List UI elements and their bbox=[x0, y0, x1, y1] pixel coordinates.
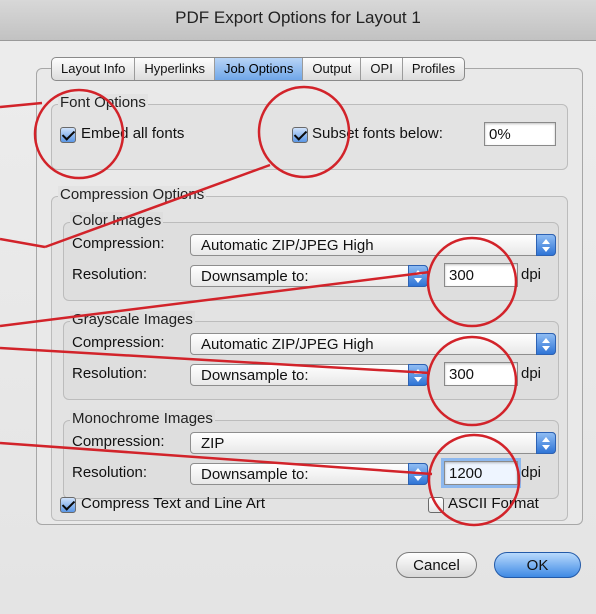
grayscale-dpi-input[interactable]: 300 bbox=[444, 362, 518, 386]
grayscale-images-title: Grayscale Images bbox=[70, 311, 195, 328]
title-bar[interactable]: PDF Export Options for Layout 1 bbox=[0, 0, 596, 41]
color-resolution-value: Downsample to: bbox=[201, 268, 309, 285]
tab-opi[interactable]: OPI bbox=[361, 58, 403, 80]
tab-job-options[interactable]: Job Options bbox=[215, 58, 304, 80]
mono-compression-label: Compression: bbox=[72, 433, 165, 450]
color-compression-value: Automatic ZIP/JPEG High bbox=[201, 237, 374, 254]
compress-text-label: Compress Text and Line Art bbox=[81, 495, 265, 512]
mono-resolution-select[interactable]: Downsample to: bbox=[190, 463, 428, 485]
color-compression-select[interactable]: Automatic ZIP/JPEG High bbox=[190, 234, 556, 256]
color-images-title: Color Images bbox=[70, 212, 164, 229]
subset-threshold-input[interactable]: 0% bbox=[484, 122, 556, 146]
grayscale-compression-value: Automatic ZIP/JPEG High bbox=[201, 336, 374, 353]
grayscale-resolution-select[interactable]: Downsample to: bbox=[190, 364, 428, 386]
tab-panel: Font Options Embed all fonts Subset font… bbox=[36, 68, 583, 525]
mono-resolution-label: Resolution: bbox=[72, 464, 148, 481]
font-options-group: Font Options Embed all fonts Subset font… bbox=[51, 94, 568, 170]
mono-dpi-unit: dpi bbox=[521, 464, 542, 481]
compression-options-title: Compression Options bbox=[58, 186, 207, 203]
grayscale-compression-select[interactable]: Automatic ZIP/JPEG High bbox=[190, 333, 556, 355]
dialog-window: PDF Export Options for Layout 1 Layout I… bbox=[0, 0, 596, 614]
embed-fonts-label: Embed all fonts bbox=[81, 125, 185, 142]
ascii-format-label: ASCII Format bbox=[448, 495, 539, 512]
monochrome-images-title: Monochrome Images bbox=[70, 410, 215, 427]
tab-profiles[interactable]: Profiles bbox=[403, 58, 464, 80]
color-resolution-select[interactable]: Downsample to: bbox=[190, 265, 428, 287]
color-resolution-label: Resolution: bbox=[72, 266, 148, 283]
mono-compression-select[interactable]: ZIP bbox=[190, 432, 556, 454]
tab-layout-info[interactable]: Layout Info bbox=[52, 58, 136, 80]
color-compression-label: Compression: bbox=[72, 235, 165, 252]
color-images-group: Color Images Compression: Automatic ZIP/… bbox=[63, 212, 559, 301]
monochrome-images-group: Monochrome Images Compression: ZIP Resol… bbox=[63, 410, 559, 499]
mono-resolution-value: Downsample to: bbox=[201, 466, 309, 483]
tab-output[interactable]: Output bbox=[303, 58, 362, 80]
mono-dpi-input[interactable]: 1200 bbox=[441, 458, 521, 488]
grayscale-compression-label: Compression: bbox=[72, 334, 165, 351]
cancel-button[interactable]: Cancel bbox=[396, 552, 477, 578]
color-dpi-input[interactable]: 300 bbox=[444, 263, 518, 287]
chevron-updown-icon bbox=[536, 234, 556, 256]
color-dpi-unit: dpi bbox=[521, 266, 542, 283]
chevron-updown-icon bbox=[408, 364, 428, 386]
tab-bar: Layout Info Hyperlinks Job Options Outpu… bbox=[51, 57, 466, 81]
subset-fonts-label: Subset fonts below: bbox=[312, 125, 443, 142]
compress-text-checkbox[interactable] bbox=[60, 497, 76, 513]
chevron-updown-icon bbox=[536, 333, 556, 355]
grayscale-dpi-unit: dpi bbox=[521, 365, 542, 382]
window-title: PDF Export Options for Layout 1 bbox=[175, 8, 421, 27]
chevron-updown-icon bbox=[408, 463, 428, 485]
grayscale-resolution-value: Downsample to: bbox=[201, 367, 309, 384]
chevron-updown-icon bbox=[536, 432, 556, 454]
embed-fonts-checkbox[interactable] bbox=[60, 127, 76, 143]
grayscale-images-group: Grayscale Images Compression: Automatic … bbox=[63, 311, 559, 400]
font-options-title: Font Options bbox=[58, 94, 148, 111]
ok-button[interactable]: OK bbox=[494, 552, 581, 578]
chevron-updown-icon bbox=[408, 265, 428, 287]
tab-hyperlinks[interactable]: Hyperlinks bbox=[135, 58, 216, 80]
compression-options-group: Compression Options Color Images Compres… bbox=[51, 186, 568, 521]
grayscale-resolution-label: Resolution: bbox=[72, 365, 148, 382]
ascii-format-checkbox[interactable] bbox=[428, 497, 444, 513]
mono-compression-value: ZIP bbox=[201, 435, 225, 452]
subset-fonts-checkbox[interactable] bbox=[292, 127, 308, 143]
